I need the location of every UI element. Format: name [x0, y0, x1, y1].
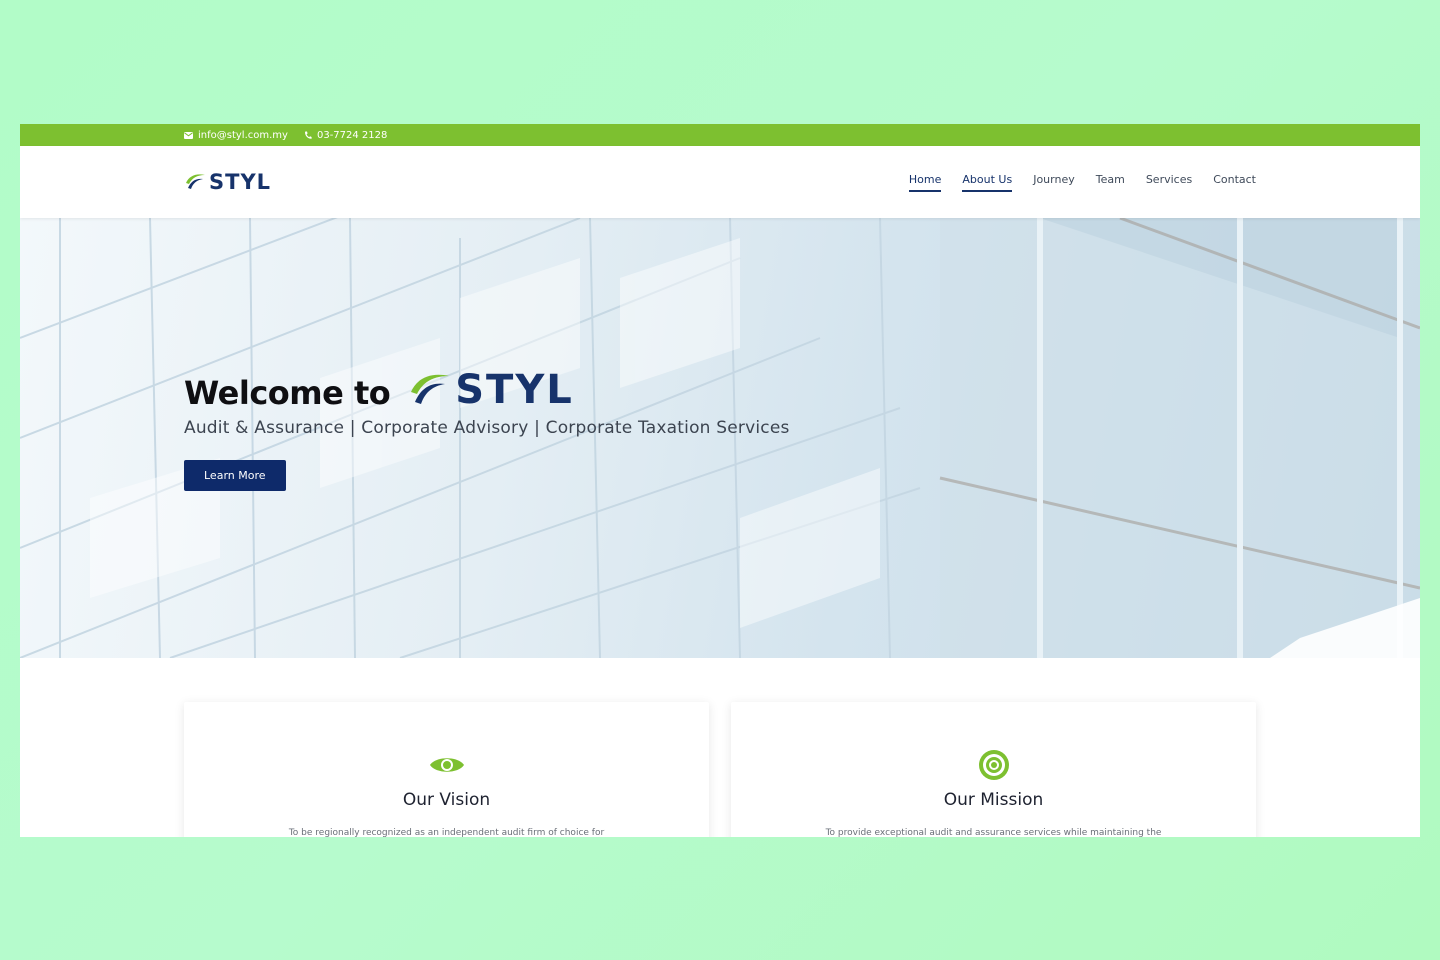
website-frame: info@styl.com.my 03-7724 2128 STYL Home …	[20, 124, 1420, 837]
site-logo[interactable]: STYL	[184, 171, 271, 193]
vision-title: Our Vision	[402, 790, 491, 810]
email-text: info@styl.com.my	[198, 129, 288, 141]
phone-text: 03-7724 2128	[316, 129, 388, 141]
nav-about-us[interactable]: About Us	[962, 173, 1013, 192]
target-icon	[731, 748, 1256, 782]
top-contact-bar: info@styl.com.my 03-7724 2128	[20, 124, 1420, 146]
vision-card: Our Vision To be regionally recognized a…	[184, 702, 709, 837]
vision-text: To be regionally recognized as an indepe…	[288, 828, 605, 837]
eye-icon	[184, 748, 709, 782]
hero-section: Welcome to STYL Audit & Assurance | Corp…	[20, 218, 1420, 658]
email-contact[interactable]: info@styl.com.my	[184, 130, 288, 141]
vision-mission-cards: Our Vision To be regionally recognized a…	[20, 702, 1420, 837]
phone-contact[interactable]: 03-7724 2128	[304, 130, 387, 141]
nav-journey[interactable]: Journey	[1033, 173, 1075, 192]
envelope-icon	[184, 131, 193, 139]
nav-home[interactable]: Home	[908, 173, 942, 192]
hero-content: Welcome to STYL Audit & Assurance | Corp…	[184, 368, 790, 491]
learn-more-button[interactable]: Learn More	[184, 460, 286, 491]
mission-title: Our Mission	[943, 790, 1044, 810]
hero-heading: Welcome to STYL	[184, 368, 790, 412]
phone-icon	[304, 131, 312, 140]
hero-logo-text: STYL	[455, 367, 574, 413]
hero-logo: STYL	[406, 368, 574, 412]
logo-swoosh-icon	[411, 374, 450, 404]
main-nav: Home About Us Journey Team Services Cont…	[908, 173, 1256, 192]
nav-contact[interactable]: Contact	[1213, 173, 1256, 192]
hero-subtitle: Audit & Assurance | Corporate Advisory |…	[184, 418, 790, 438]
nav-team[interactable]: Team	[1096, 173, 1125, 192]
logo-swoosh-icon	[186, 174, 205, 189]
mission-text: To provide exceptional audit and assuran…	[825, 828, 1162, 837]
site-header: STYL Home About Us Journey Team Services…	[20, 146, 1420, 218]
hero-title: Welcome to	[184, 374, 391, 412]
logo-text: STYL	[209, 169, 272, 194]
nav-services[interactable]: Services	[1146, 173, 1192, 192]
mission-card: Our Mission To provide exceptional audit…	[731, 702, 1256, 837]
